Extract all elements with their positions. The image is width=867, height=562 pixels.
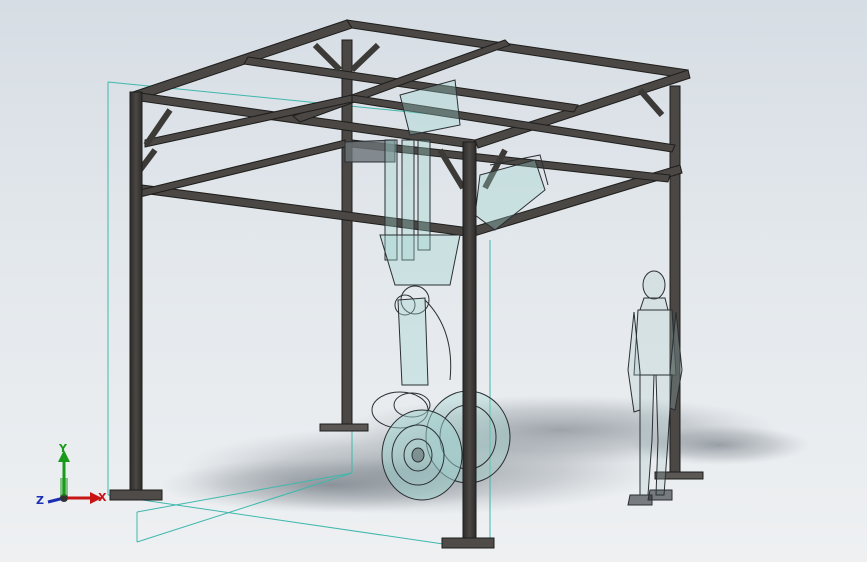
x-axis-label: X [98,491,107,504]
model-scene[interactable] [0,0,867,562]
z-axis-label: Z [36,494,44,507]
graphics-viewport[interactable]: Y X Z [0,0,867,562]
y-axis-label: Y [59,442,67,455]
coordinate-triad [47,450,102,504]
